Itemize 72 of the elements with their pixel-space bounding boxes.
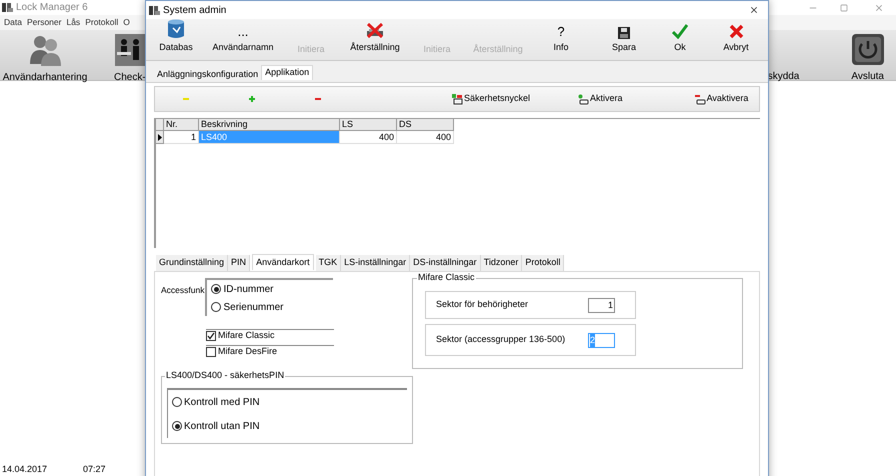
- action-button[interactable]: Avaktivera: [694, 92, 748, 106]
- key-icon: [452, 94, 463, 104]
- app-icon: [2, 2, 13, 13]
- toolbar-button[interactable]: Spara: [584, 18, 664, 56]
- tab[interactable]: DS-inställningar: [410, 255, 481, 271]
- glyph-icon: ...: [238, 24, 248, 38]
- group-title: Mifare Classic: [417, 272, 476, 283]
- check-icon: [207, 332, 215, 340]
- cross-icon: [728, 24, 744, 38]
- tab[interactable]: Grundinställning: [156, 255, 228, 271]
- floppy-icon: [618, 26, 630, 38]
- tab[interactable]: LS-inställningar: [341, 255, 410, 271]
- table-cell: 400: [340, 131, 397, 144]
- deactivate-icon: [694, 94, 706, 104]
- toolbar-button[interactable]: ? Info: [538, 18, 584, 56]
- table-cell: LS400: [199, 131, 340, 144]
- field-label: Sektor (accessgrupper 136-500): [436, 333, 566, 346]
- radio-option[interactable]: Kontroll med PIN: [172, 394, 407, 410]
- radio-option[interactable]: Kontroll utan PIN: [172, 418, 407, 434]
- toolbar-button[interactable]: Återställning: [334, 18, 416, 56]
- activate-icon: [578, 94, 590, 104]
- field-label: Accessfunk: [161, 284, 204, 297]
- row-pointer-icon: [158, 134, 162, 140]
- toolbar-button[interactable]: Avsluta: [851, 34, 884, 84]
- checkbox-option[interactable]: Mifare DesFire: [206, 345, 334, 358]
- window-title: Lock Manager 6: [16, 1, 88, 15]
- status-date: 14.04.2017: [2, 462, 48, 476]
- tab[interactable]: Tidzoner: [480, 255, 522, 271]
- toolbar-button[interactable]: Ok: [664, 18, 696, 56]
- radio-option[interactable]: Serienummer: [211, 300, 334, 314]
- app-icon: [149, 4, 160, 16]
- column-header[interactable]: DS: [397, 119, 454, 131]
- people-icon: [28, 34, 62, 66]
- column-header[interactable]: Nr.: [164, 119, 199, 131]
- menu-item[interactable]: Personer: [26, 16, 62, 29]
- menu-item[interactable]: O: [123, 16, 130, 29]
- database-icon: [167, 18, 185, 38]
- tab[interactable]: Applikation: [261, 65, 314, 80]
- minus-icon[interactable]: [314, 95, 322, 103]
- toolbar-button[interactable]: Avbryt: [712, 18, 760, 56]
- toolbar-button[interactable]: skydda: [768, 34, 800, 84]
- column-header[interactable]: LS: [340, 119, 397, 131]
- plus-icon[interactable]: [248, 95, 256, 103]
- checkmark-icon: [672, 22, 688, 38]
- action-button[interactable]: Aktivera: [578, 92, 623, 106]
- toolbar-button[interactable]: Användarhantering: [2, 34, 88, 85]
- field-label: Sektor för behörigheter: [436, 298, 530, 312]
- tab[interactable]: PIN: [228, 255, 250, 271]
- close-icon[interactable]: [749, 5, 759, 15]
- checkbox-option[interactable]: Mifare Classic: [206, 329, 334, 342]
- group-title: LS400/DS400 - säkerhetsPIN: [165, 370, 286, 381]
- toolbar-button[interactable]: Databas: [154, 18, 198, 56]
- reset-icon: [364, 22, 386, 38]
- reception-icon: [114, 34, 145, 66]
- menu-item[interactable]: Protokoll: [85, 16, 118, 29]
- action-button[interactable]: Säkerhetsnyckel: [452, 92, 530, 106]
- radio-option[interactable]: ID-nummer: [211, 282, 334, 296]
- tab[interactable]: TGK: [316, 255, 342, 271]
- toolbar-button[interactable]: Check-: [114, 34, 146, 85]
- dialog-title: System admin: [163, 4, 226, 18]
- tab[interactable]: Protokoll: [522, 255, 564, 271]
- menu-item[interactable]: Data: [4, 16, 22, 29]
- toolbar-button[interactable]: ... Användarnamn: [198, 18, 288, 56]
- column-header[interactable]: Beskrivning: [199, 119, 340, 131]
- table-cell: 400: [397, 131, 454, 144]
- glyph-icon: ?: [557, 24, 565, 38]
- maximize-icon[interactable]: [840, 4, 848, 12]
- status-time: 07:27: [83, 462, 106, 476]
- input-field[interactable]: 1: [588, 298, 615, 312]
- tab[interactable]: Användarkort: [252, 254, 314, 270]
- menu-item[interactable]: Lås: [66, 16, 80, 29]
- power-icon: [852, 34, 884, 65]
